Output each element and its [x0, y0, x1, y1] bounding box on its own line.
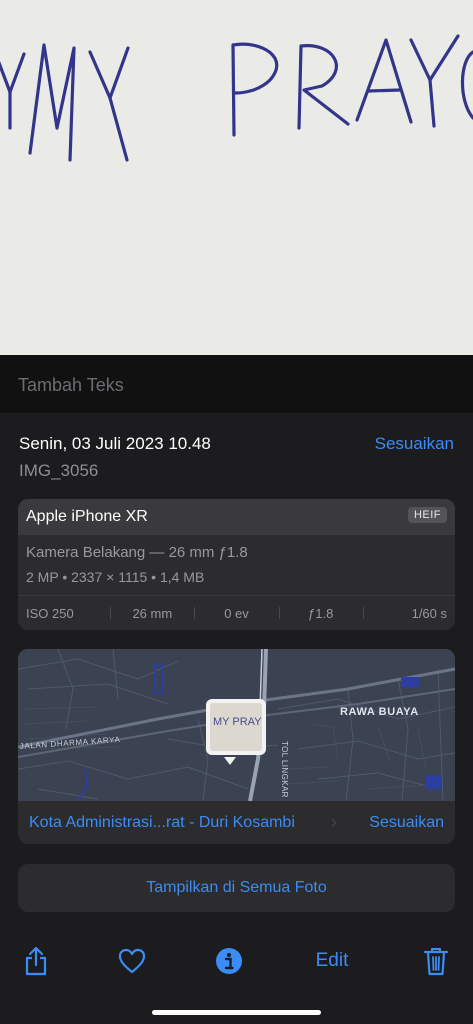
info-icon — [216, 948, 242, 974]
photo-filename: IMG_3056 — [19, 461, 99, 480]
heart-icon — [118, 948, 146, 974]
camera-header: Apple iPhone XR HEIF — [18, 499, 455, 535]
location-map[interactable]: RAWA BUAYA JALAN DHARMA KARYA TOL LINGKA… — [18, 649, 455, 801]
favorite-button[interactable] — [112, 943, 152, 979]
exif-aperture: ƒ1.8 — [278, 596, 363, 630]
map-graphic: RAWA BUAYA JALAN DHARMA KARYA TOL LINGKA… — [18, 649, 455, 801]
chevron-right-icon: › — [331, 812, 337, 832]
format-badge: HEIF — [407, 507, 447, 523]
caption-bar — [0, 355, 473, 413]
pin-thumbnail-text: MY PRAY — [213, 716, 262, 728]
info-button[interactable] — [209, 943, 249, 979]
lens-info: Kamera Belakang — 26 mm ƒ1.8 — [26, 544, 248, 561]
exif-row: ISO 250 26 mm 0 ev ƒ1.8 1/60 s — [18, 596, 455, 630]
info-panel: Senin, 03 Juli 2023 10.48 Sesuaikan IMG_… — [0, 355, 473, 929]
adjust-date-link[interactable]: Sesuaikan — [375, 434, 454, 454]
map-label-district: RAWA BUAYA — [340, 706, 419, 718]
trash-icon — [423, 948, 449, 976]
handwritten-photo — [0, 0, 473, 355]
location-name-link[interactable]: Kota Administrasi...rat - Duri Kosambi — [29, 814, 295, 832]
bottom-toolbar: Edit — [0, 929, 473, 1024]
exif-shutter: 1/60 s — [362, 596, 455, 630]
location-card: RAWA BUAYA JALAN DHARMA KARYA TOL LINGKA… — [18, 649, 455, 844]
location-row: Kota Administrasi...rat - Duri Kosambi ›… — [18, 801, 455, 844]
caption-input[interactable] — [18, 372, 448, 398]
share-icon — [25, 946, 47, 976]
edit-label: Edit — [315, 950, 349, 971]
camera-info-card: Apple iPhone XR HEIF Kamera Belakang — 2… — [18, 499, 455, 630]
share-button[interactable] — [16, 943, 56, 979]
image-specs: 2 MP • 2337 × 1115 • 1,4 MB — [26, 569, 205, 585]
exif-exposure-bias: 0 ev — [194, 596, 278, 630]
delete-button[interactable] — [416, 943, 456, 979]
map-label-street-2: TOL LINGKAR — [280, 741, 289, 798]
photo-date: Senin, 03 Juli 2023 10.48 — [19, 434, 211, 453]
home-indicator[interactable] — [152, 1010, 321, 1015]
show-in-all-photos-button[interactable]: Tampilkan di Semua Foto — [18, 864, 455, 912]
exif-iso: ISO 250 — [26, 605, 74, 621]
edit-button[interactable]: Edit — [308, 943, 356, 979]
exif-focal-length: 26 mm — [110, 596, 194, 630]
adjust-location-link[interactable]: Sesuaikan — [369, 814, 444, 832]
photo-view[interactable] — [0, 0, 473, 355]
device-name: Apple iPhone XR — [26, 508, 148, 525]
